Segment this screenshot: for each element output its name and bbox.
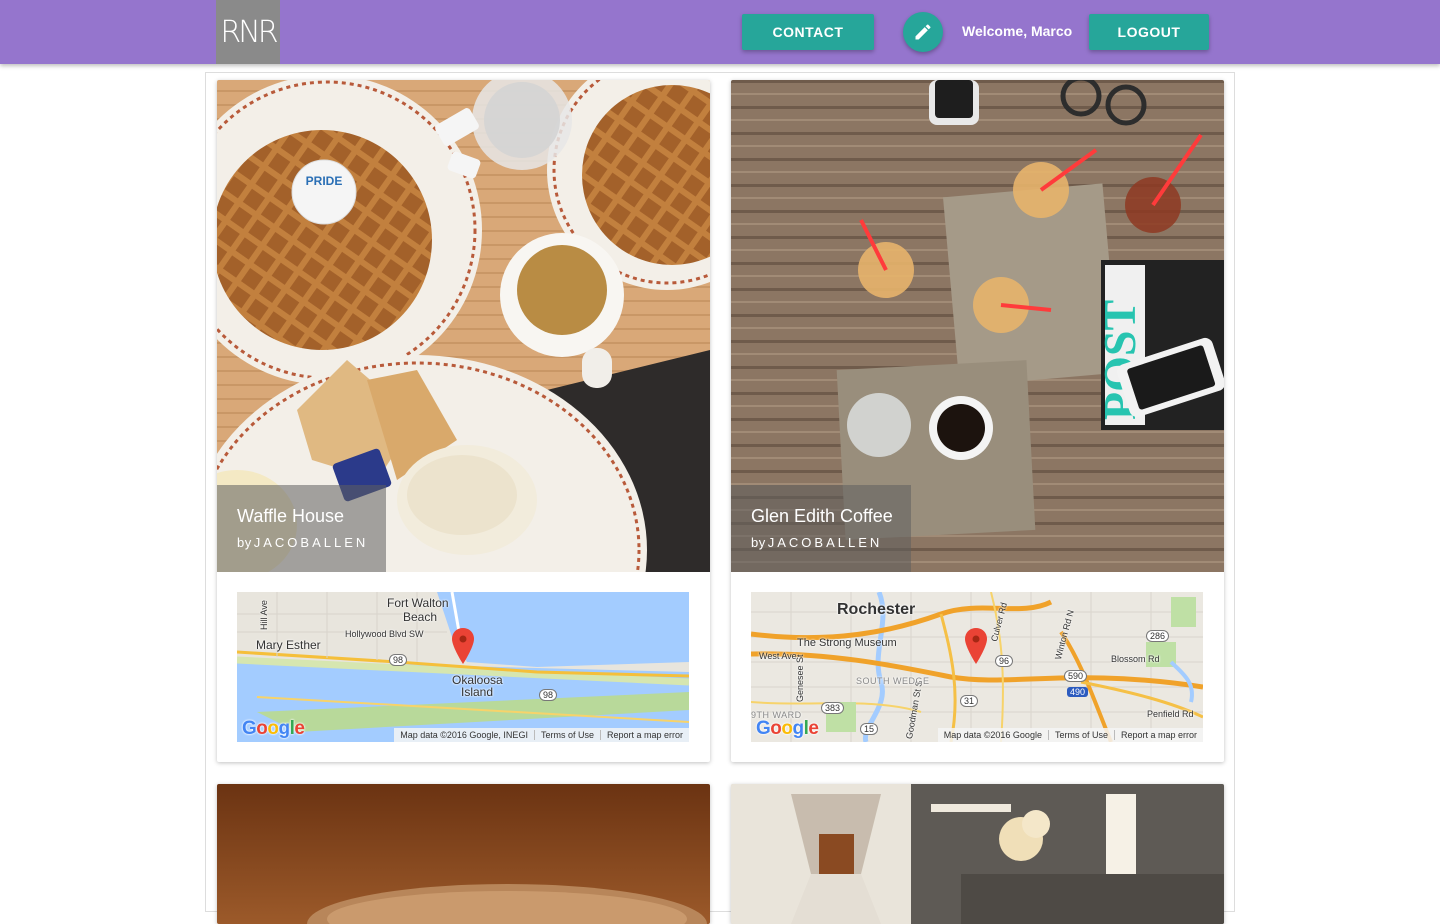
place-author: by JACOBALLEN [751, 535, 893, 550]
map-tiles [751, 592, 1203, 742]
map-tiles [237, 592, 689, 742]
route-shield: 98 [539, 689, 558, 701]
map-label: Blossom Rd [1111, 654, 1160, 664]
map-label: Penfield Rd [1147, 709, 1194, 719]
edit-button[interactable] [903, 12, 943, 52]
map-label: Hollywood Blvd SW [345, 629, 424, 639]
map-label: West Ave [759, 651, 797, 661]
google-logo[interactable]: Google [242, 718, 305, 740]
welcome-text: Welcome, Marco [962, 23, 1073, 39]
logo-text: RNR [220, 14, 278, 50]
route-shield: 286 [1146, 630, 1170, 642]
map-label: The Strong Museum [797, 637, 897, 649]
author-name: JACOBALLEN [767, 535, 883, 550]
food-photo [217, 784, 710, 924]
map-report-link[interactable]: Report a map error [599, 730, 689, 740]
card-photo[interactable]: PRIDE Waffle House by JACOBALLEN [217, 80, 710, 572]
map-label: Hill Ave [259, 600, 269, 630]
card-caption: Glen Edith Coffee by JACOBALLEN [731, 485, 911, 572]
map-label: Rochester [837, 601, 916, 618]
map-attribution-bar: Map data ©2016 Google, INEGI Terms of Us… [394, 728, 689, 742]
place-author: by JACOBALLEN [237, 535, 368, 550]
contact-button[interactable]: CONTACT [742, 14, 874, 50]
route-shield: 15 [860, 723, 879, 735]
map-attribution-bar: Map data ©2016 Google Terms of Use Repor… [937, 728, 1203, 742]
map-report-link[interactable]: Report a map error [1113, 730, 1203, 740]
route-shield: 98 [389, 654, 408, 666]
by-prefix: by [751, 535, 766, 550]
map-pin-icon[interactable] [965, 628, 987, 664]
map-label: Genesee St [795, 654, 805, 702]
card-photo[interactable] [217, 784, 710, 924]
place-card[interactable] [217, 784, 710, 924]
map-label: Island [461, 685, 494, 699]
route-shield: 96 [995, 655, 1014, 667]
place-card[interactable]: POST Glen Edith Coffee by JACOBALLEN Roc… [731, 80, 1224, 762]
place-title: Glen Edith Coffee [751, 506, 893, 526]
svg-text:PRIDE: PRIDE [306, 174, 343, 188]
by-prefix: by [237, 535, 252, 550]
place-card[interactable] [731, 784, 1224, 924]
content-container: PRIDE Waffle House by JACOBALLEN Fort Wa… [205, 72, 1235, 924]
map-label: SOUTH WEDGE [856, 676, 930, 686]
site-logo[interactable]: RNR [216, 0, 280, 64]
place-card[interactable]: PRIDE Waffle House by JACOBALLEN Fort Wa… [217, 80, 710, 762]
chemex-photo [731, 784, 1224, 924]
pencil-icon [915, 24, 931, 40]
card-photo[interactable] [731, 784, 1224, 924]
top-navbar: RNR CONTACT Welcome, Marco LOGOUT [0, 0, 1440, 64]
author-name: JACOBALLEN [253, 535, 369, 550]
map-label: Mary Esther [256, 638, 321, 652]
map-label: Fort Walton [387, 596, 449, 610]
map-attribution: Map data ©2016 Google [943, 730, 1042, 740]
map-terms-link[interactable]: Terms of Use [533, 730, 600, 740]
map-terms-link[interactable]: Terms of Use [1047, 730, 1114, 740]
google-logo[interactable]: Google [756, 718, 819, 740]
place-title: Waffle House [237, 506, 345, 526]
location-map[interactable]: Rochester The Strong Museum West Ave Cul… [751, 592, 1203, 742]
route-shield: 383 [821, 702, 845, 714]
route-shield: 490 [1067, 687, 1089, 697]
map-attribution: Map data ©2016 Google, INEGI [400, 730, 528, 740]
location-map[interactable]: Fort Walton Beach Hollywood Blvd SW Hill… [237, 592, 689, 742]
logout-button[interactable]: LOGOUT [1089, 14, 1209, 50]
card-photo[interactable]: POST Glen Edith Coffee by JACOBALLEN [731, 80, 1224, 572]
map-label: Beach [403, 610, 438, 624]
route-shield: 31 [960, 695, 979, 707]
card-caption: Waffle House by JACOBALLEN [217, 485, 387, 572]
route-shield: 590 [1064, 670, 1088, 682]
map-pin-icon[interactable] [452, 628, 474, 664]
